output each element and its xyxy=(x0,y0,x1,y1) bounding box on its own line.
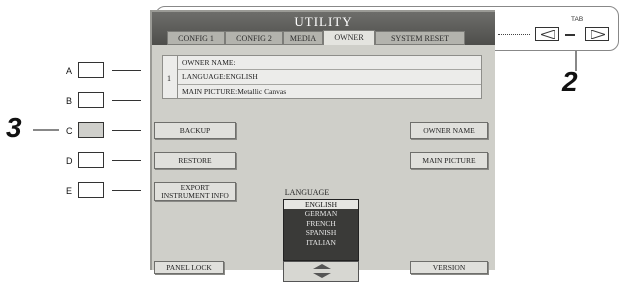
arrow-right-icon xyxy=(591,30,605,39)
panel-letter-e: E xyxy=(66,186,73,196)
owner-info-box: 1 OWNER NAME: LANGUAGE:ENGLISH MAIN PICT… xyxy=(162,55,482,99)
tab-dash xyxy=(565,34,575,36)
language-option-german[interactable]: GERMAN xyxy=(284,209,358,218)
panel-letter-a: A xyxy=(66,66,73,76)
language-option-english[interactable]: ENGLISH xyxy=(284,200,358,210)
restore-button[interactable]: RESTORE xyxy=(154,152,236,169)
utility-screen: UTILITY CONFIG 1 CONFIG 2 MEDIA OWNER SY… xyxy=(150,10,495,282)
language-option-italian[interactable]: ITALIAN xyxy=(284,238,358,247)
panel-letter-d: D xyxy=(66,156,73,166)
tab-owner[interactable]: OWNER xyxy=(323,30,375,45)
arrow-left-icon xyxy=(541,30,555,39)
backup-button[interactable]: BACKUP xyxy=(154,122,236,139)
language-list[interactable]: ENGLISH GERMAN FRENCH SPANISH ITALIAN xyxy=(283,199,359,261)
panel-button-c[interactable] xyxy=(78,122,104,138)
panel-line-e xyxy=(112,190,141,191)
step3-leader xyxy=(33,129,59,131)
tab-config-1[interactable]: CONFIG 1 xyxy=(167,31,225,45)
panel-line-c xyxy=(112,130,141,131)
panel-button-b[interactable] xyxy=(78,92,104,108)
tab-system-reset[interactable]: SYSTEM RESET xyxy=(375,31,465,45)
step-2-label: 2 xyxy=(562,66,578,97)
tab-leader-line xyxy=(498,34,530,35)
owner-info-lines: OWNER NAME: LANGUAGE:ENGLISH MAIN PICTUR… xyxy=(177,56,481,98)
language-line: LANGUAGE:ENGLISH xyxy=(178,70,481,85)
owner-row-number: 1 xyxy=(167,74,171,83)
panel-lock-button[interactable]: PANEL LOCK xyxy=(154,261,224,274)
panel-letter-c: C xyxy=(66,126,73,136)
version-button[interactable]: VERSION xyxy=(410,261,488,274)
tab-left-button[interactable] xyxy=(535,27,559,41)
panel-button-d[interactable] xyxy=(78,152,104,168)
export-label-line2: INSTRUMENT INFO xyxy=(161,190,229,200)
tab-caption: TAB xyxy=(571,16,584,23)
language-option-spanish[interactable]: SPANISH xyxy=(284,228,358,237)
tab-right-button[interactable] xyxy=(585,27,609,41)
title-bar: UTILITY CONFIG 1 CONFIG 2 MEDIA OWNER SY… xyxy=(152,12,495,45)
panel-line-d xyxy=(112,160,141,161)
owner-name-line: OWNER NAME: xyxy=(178,56,481,71)
tab-media[interactable]: MEDIA xyxy=(283,31,323,45)
step-3-label: 3 xyxy=(6,112,22,143)
panel-button-a[interactable] xyxy=(78,62,104,78)
scroll-up-icon[interactable] xyxy=(313,264,331,269)
language-option-french[interactable]: FRENCH xyxy=(284,219,358,228)
export-instrument-info-button[interactable]: EXPORT INSTRUMENT INFO xyxy=(154,182,236,201)
panel-button-e[interactable] xyxy=(78,182,104,198)
panel-line-b xyxy=(112,100,141,101)
screen-title: UTILITY xyxy=(294,14,353,29)
scroll-down-icon[interactable] xyxy=(313,273,331,278)
language-scroll-arrows[interactable] xyxy=(283,261,359,282)
panel-letter-b: B xyxy=(66,96,73,106)
owner-name-button[interactable]: OWNER NAME xyxy=(410,122,488,139)
main-picture-line: MAIN PICTURE:Metallic Canvas xyxy=(182,86,287,96)
panel-line-a xyxy=(112,70,141,71)
main-picture-button[interactable]: MAIN PICTURE xyxy=(410,152,488,169)
language-label: LANGUAGE xyxy=(284,188,330,197)
tab-config-2[interactable]: CONFIG 2 xyxy=(225,31,283,45)
